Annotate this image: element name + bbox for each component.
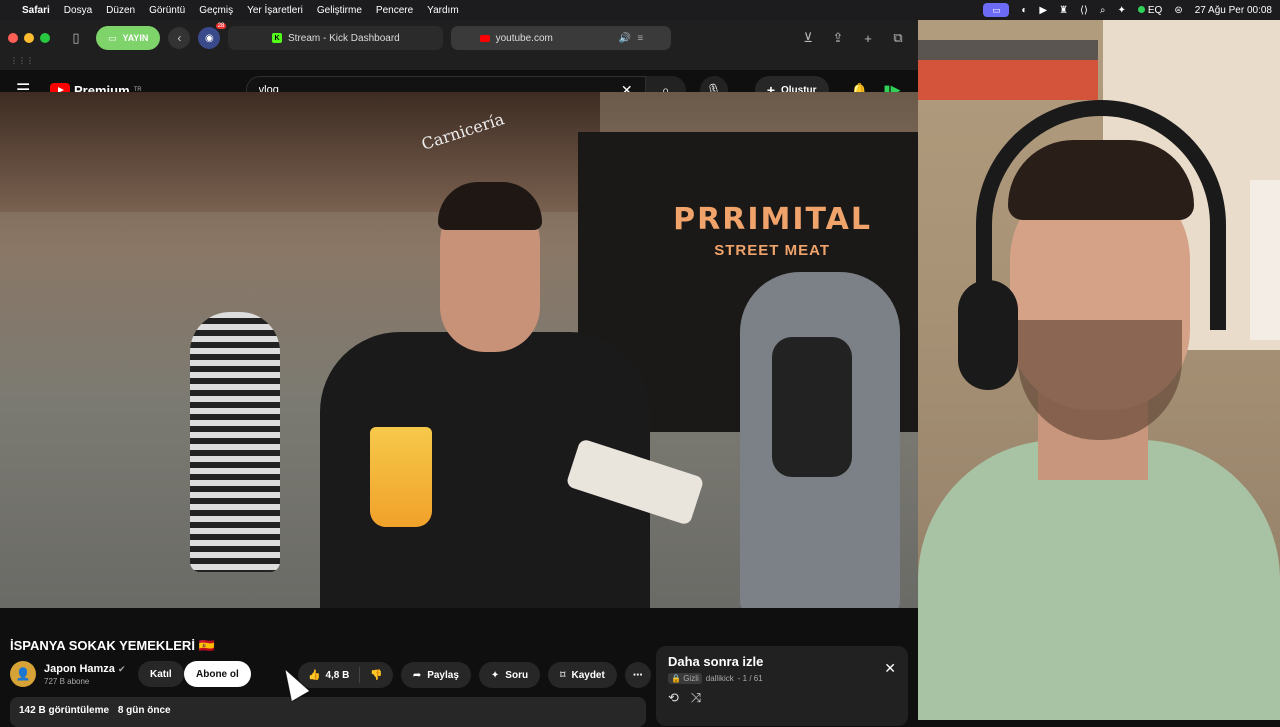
menu-dosya[interactable]: Dosya [64,5,92,16]
macos-menubar: Safari Dosya Düzen Görüntü Geçmiş Yer İş… [0,0,1280,20]
search-icon[interactable]: ⌕ [1100,5,1106,16]
streamer-shirt [918,440,1280,720]
close-playlist-icon[interactable]: ✕ [884,660,896,677]
control-center-icon[interactable]: ⊜ [1174,5,1182,16]
grid-icon[interactable]: ⋮⋮⋮ [10,56,34,65]
like-dislike-group: 👍 4,8 B 👎 [298,662,393,688]
vlogger [260,182,680,608]
view-count: 142 B görüntüleme [19,705,110,716]
sparkle-icon[interactable]: ✦ [1117,5,1125,16]
menubar-clock[interactable]: 27 Ağu Per 00:08 [1195,5,1272,16]
playlist-controls: ⟲ ⤨ [668,690,896,706]
zoom-window-button[interactable] [40,33,50,43]
playlist-meta: 🔒 Gizli dallikick - 1 / 61 [668,673,896,684]
extension-badge: 28 [215,23,227,29]
reader-icon[interactable]: ≡ [637,33,643,44]
tab-youtube[interactable]: youtube.com 🔊 ≡ [451,26,672,50]
audio-playing-icon[interactable]: 🔊 [619,33,631,44]
red-shelf [918,60,1098,100]
verified-icon: ✔ [117,663,126,674]
code-icon[interactable]: ⟨⟩ [1080,5,1088,16]
loop-icon[interactable]: ⟲ [668,690,679,706]
new-tab-icon[interactable]: + [856,27,880,49]
menu-goruntu[interactable]: Görüntü [149,5,185,16]
menu-gecmis[interactable]: Geçmiş [199,5,233,16]
headphone-earcup [958,280,1018,390]
menu-duzen[interactable]: Düzen [106,5,135,16]
orange-juice-cup [370,427,432,527]
join-button[interactable]: Katıl [138,661,184,687]
channel-avatar[interactable]: 👤 [10,661,36,687]
like-button[interactable]: 👍 4,8 B [298,667,361,683]
video-player[interactable]: Carnicería PRRIMITAL STREET MEAT [0,92,918,608]
kick-icon: K [272,33,283,43]
tab-kick-dashboard[interactable]: K Stream - Kick Dashboard [228,26,444,50]
safari-toolbar: ▯ ▭ YAYIN ‹ ◉ 28 K Stream - Kick Dashboa… [0,20,918,56]
extension-button[interactable]: ◉ 28 [198,23,227,49]
shelf-items [918,40,1098,62]
shuffle-icon[interactable]: ⤨ [691,690,701,706]
action-bar: 👍 4,8 B 👎 ➦ Paylaş ✦ Soru ⌑ Kaydet ⋯ [298,662,651,688]
subscribe-button[interactable]: Abone ol [184,661,251,687]
extension-logo-icon: ◉ [205,32,214,44]
window-controls [8,33,50,43]
share-arrow-icon: ➦ [412,669,422,681]
privacy-badge: 🔒 Gizli [668,673,702,684]
playlist-position: - 1 / 61 [737,674,763,683]
youtube-icon [479,34,490,42]
extension-icon[interactable]: ◐ [1021,5,1027,16]
more-actions-button[interactable]: ⋯ [624,662,651,688]
menu-app-name[interactable]: Safari [22,5,50,16]
tab-overview-icon[interactable]: ⧉ [886,27,910,49]
chess-icon[interactable]: ♜ [1059,5,1068,16]
menu-yardim[interactable]: Yardım [427,5,459,16]
sidebar-toggle-icon[interactable]: ▯ [64,27,88,49]
playlist-owner[interactable]: dallikick [706,674,734,683]
share-icon[interactable]: ⇪ [826,27,850,49]
yayin-tab-group[interactable]: ▭ YAYIN [96,26,161,50]
ask-button[interactable]: ✦ Soru [478,662,541,688]
close-window-button[interactable] [8,33,18,43]
webcam-overlay [918,20,1280,720]
menu-yer-isaretleri[interactable]: Yer İşaretleri [247,5,303,16]
watch-later-panel: Daha sonra izle 🔒 Gizli dallikick - 1 / … [656,646,908,726]
video-title: İSPANYA SOKAK YEMEKLERİ 🇪🇸 [10,638,215,653]
back-button[interactable]: ‹ [168,27,191,49]
upload-age: 8 gün önce [117,705,171,716]
thumbs-up-icon: 👍 [308,669,321,681]
bookmarks-bar: ⋮⋮⋮ [0,56,918,70]
eq-indicator[interactable]: EQ [1137,5,1162,16]
description-box[interactable]: 142 B görüntüleme 8 gün önce [10,697,646,727]
minimize-window-button[interactable] [24,33,34,43]
subscriber-count: 727 B abone [44,676,90,686]
watch-later-title[interactable]: Daha sonra izle [668,654,896,669]
share-button[interactable]: ➦ Paylaş [400,662,471,688]
channel-info: 👤 Japon Hamza ✔ 727 B abone [10,661,126,687]
shop-sign-main: PRRIMITAL [673,202,872,237]
bookmark-icon: ⌑ [560,669,566,681]
backpack [772,337,852,477]
radiator [1250,180,1280,340]
tab-group-icon: ▭ [108,32,117,43]
more-icon: ⋯ [632,669,643,681]
shop-sign-sub: STREET MEAT [714,242,830,259]
screen-share-icon[interactable]: ▭ [983,3,1010,17]
menu-gelistirme[interactable]: Geliştirme [317,5,362,16]
sparkle-icon: ✦ [490,669,500,681]
thumbs-down-icon: 👎 [370,669,383,681]
dislike-button[interactable]: 👎 [360,670,392,681]
menu-pencere[interactable]: Pencere [376,5,413,16]
download-icon[interactable]: ⊻ [796,27,820,49]
play-icon[interactable]: ▶ [1039,5,1047,16]
save-button[interactable]: ⌑ Kaydet [548,662,617,688]
channel-name[interactable]: Japon Hamza ✔ [44,663,126,675]
